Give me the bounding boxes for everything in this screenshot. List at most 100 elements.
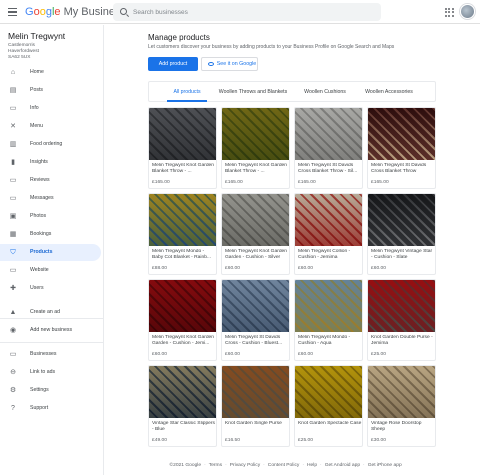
product-card[interactable]: Vintage Rose Doorstop Sheep £30.00 [367,365,436,447]
account-avatar[interactable] [460,4,475,19]
see-on-google-button[interactable]: See it on Google [201,57,258,71]
top-bar: Google My Business [0,0,480,24]
product-name: Melin Tregwynt Mondo - Cushion - Aqua [298,335,351,346]
footer-link[interactable]: Get iPhone app [368,463,402,468]
product-image [149,366,216,418]
posts-icon: ▤ [9,86,17,94]
product-image [222,366,289,418]
search-input[interactable] [133,3,373,21]
sidebar-item-photos[interactable]: ▣ Photos [0,208,101,225]
product-price: £60.00 [298,266,313,271]
product-image [368,366,435,418]
address-line: Haverfordwest [8,48,39,54]
footer-separator: · [363,463,365,468]
sidebar-item-messages[interactable]: ▭ Messages [0,190,101,207]
sidebar-item-label: Insights [30,159,48,165]
product-name: Melin Tregwynt Knot Garden Garden - Cush… [152,335,214,346]
eye-icon [207,61,214,66]
sidebar-item-label: Home [30,69,44,75]
product-card[interactable]: Melin Tregwynt St Davids Cross Blanket T… [367,107,436,189]
sidebar-item-businesses[interactable]: ▭ Businesses [0,346,101,363]
hamburger-icon[interactable] [8,8,17,16]
sidebar: Melin Tregwynt Castlemorris Haverfordwes… [0,25,104,475]
product-price: £60.00 [152,352,167,357]
reviews-icon: ▭ [9,176,17,184]
product-name: Knot Garden Double Purse - Jemima [371,335,433,346]
product-card[interactable]: Melin Tregwynt Knot Garden Garden - Cush… [221,193,290,275]
product-card[interactable]: Melin Tregwynt St Davids Cross - Cushion… [221,279,290,361]
sidebar-item-settings[interactable]: ⚙ Settings [0,382,101,399]
sidebar-item-posts[interactable]: ▤ Posts [0,82,101,99]
google-my-business-logo[interactable]: Google My Business [25,6,126,19]
apps-grid-icon[interactable] [445,8,454,17]
page-title: Manage products [148,33,210,42]
sidebar-item-info[interactable]: ▭ Info [0,100,101,117]
product-price: £165.00 [371,180,389,185]
product-card[interactable]: Melin Tregwynt Knot Garden Garden - Cush… [148,279,217,361]
sidebar-item-label: Photos [30,213,47,219]
product-card[interactable]: Melin Tregwynt Knot Garden Blanket Throw… [148,107,217,189]
footer-link[interactable]: Get Android app [325,463,360,468]
product-card[interactable]: Melin Tregwynt Mondo - Baby Cot Blanket … [148,193,217,275]
home-icon: ⌂ [10,68,16,76]
business-name: Melin Tregwynt [8,31,66,41]
page-subtitle: Let customers discover your business by … [148,44,395,50]
sidebar-item-menu[interactable]: ✕ Menu [0,118,101,135]
footer-separator: · [302,463,304,468]
product-name: Melin Tregwynt St Davids Cross Blanket T… [371,163,427,174]
food-ordering-icon: ▥ [9,140,17,148]
messages-icon: ▭ [9,194,17,202]
tab-all-products[interactable]: All products [167,82,207,102]
sidebar-item-users[interactable]: ✚ Users [0,280,101,297]
sidebar-item-label: Website [30,267,49,273]
product-price: £165.00 [225,180,243,185]
product-image [368,194,435,246]
product-price: £49.00 [152,438,167,443]
footer-link[interactable]: Content Policy [268,463,300,468]
sidebar-item-support[interactable]: ? Support [0,400,101,417]
product-card[interactable]: Knot Garden Spectacle Case £25.00 [294,365,363,447]
sidebar-item-food-ordering[interactable]: ▥ Food ordering [0,136,101,153]
product-card[interactable]: Melin Tregwynt St Davids Cross Blanket T… [294,107,363,189]
tab-woollen-throws[interactable]: Woollen Throws and Blankets [211,82,295,102]
sidebar-item-link-to-ads[interactable]: ⊖ Link to ads [0,364,101,381]
product-card[interactable]: Melin Tregwynt Collion - Cushion - Jemim… [294,193,363,275]
product-card[interactable]: Melin Tregwynt Vintage Star - Cushion - … [367,193,436,275]
product-name: Melin Tregwynt Mondo - Baby Cot Blanket … [152,249,211,260]
add-product-button[interactable]: Add product [148,57,198,71]
sidebar-item-label: Food ordering [30,141,63,147]
business-address: Castlemorris Haverfordwest SA62 5UX [8,43,39,60]
see-on-google-label: See it on Google [216,61,257,67]
sidebar-item-bookings[interactable]: ▦ Bookings [0,226,101,243]
tab-woollen-accessories[interactable]: Woollen Accessories [357,82,421,102]
sidebar-item-reviews[interactable]: ▭ Reviews [0,172,101,189]
product-card[interactable]: Vintage Star Classic Slippers - Blue £49.… [148,365,217,447]
main-content: Manage products Let customers discover y… [104,25,480,475]
create-ad-icon: ▲ [9,308,17,316]
product-price: £60.00 [371,266,386,271]
product-card[interactable]: Knot Garden Double Purse - Jemima £25.00 [367,279,436,361]
product-price: £88.00 [152,266,167,271]
sidebar-item-label: Settings [30,387,49,393]
product-image [368,280,435,332]
footer-link[interactable]: Terms [209,463,222,468]
sidebar-item-website[interactable]: ▭ Website [0,262,101,279]
product-card[interactable]: Knot Garden Single Purse £16.50 [221,365,290,447]
footer-link[interactable]: Help [307,463,317,468]
product-name: Knot Garden Single Purse [225,421,282,426]
sidebar-item-add-new-business[interactable]: ◉ Add new business [0,322,101,339]
sidebar-item-home[interactable]: ⌂ Home [0,64,101,81]
settings-icon: ⚙ [9,386,17,394]
search-box[interactable] [113,3,381,21]
product-card[interactable]: Melin Tregwynt Mondo - Cushion - Aqua £60… [294,279,363,361]
sidebar-item-products[interactable]: ⛉ Products [0,244,101,261]
tab-woollen-cushions[interactable]: Woollen Cushions [297,82,353,102]
product-name: Vintage Star Classic Slippers - Blue [152,421,215,432]
footer-separator: · [320,463,322,468]
sidebar-item-insights[interactable]: ▮ Insights [0,154,101,171]
add-business-icon: ◉ [9,326,17,334]
website-icon: ▭ [9,266,17,274]
footer-link[interactable]: Privacy Policy [230,463,260,468]
product-price: £165.00 [298,180,316,185]
product-card[interactable]: Melin Tregwynt Knot Garden Blanket Throw… [221,107,290,189]
